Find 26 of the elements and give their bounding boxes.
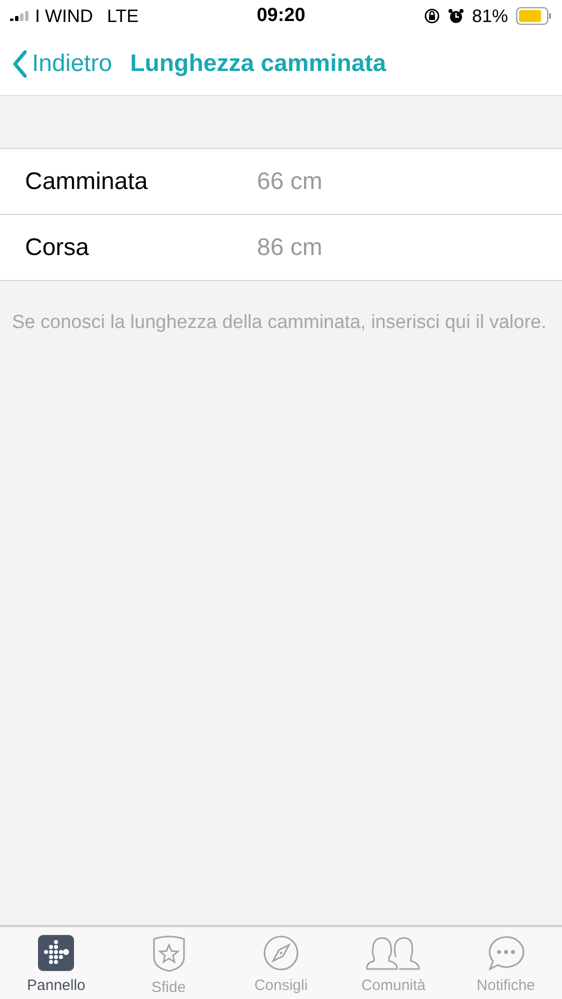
setting-label: Camminata xyxy=(25,168,149,196)
chat-bubble-icon xyxy=(486,935,525,971)
people-icon xyxy=(366,935,420,971)
back-button[interactable]: Indietro xyxy=(12,50,112,78)
tab-item[interactable]: Pannello xyxy=(0,927,112,999)
setting-value[interactable]: 66 cm xyxy=(257,168,322,196)
tab-item[interactable]: Notifiche xyxy=(450,927,562,999)
rotation-lock-icon xyxy=(424,8,440,24)
tab-item[interactable]: Sfide xyxy=(112,927,225,999)
shield-star-icon xyxy=(150,935,187,973)
signal-icon xyxy=(10,11,29,21)
setting-label: Corsa xyxy=(25,234,90,262)
tab-item[interactable]: Consigli xyxy=(224,927,338,999)
battery-icon xyxy=(516,7,552,25)
setting-value[interactable]: 86 cm xyxy=(257,234,322,262)
network-type: LTE xyxy=(107,6,139,26)
compass-icon xyxy=(263,935,300,971)
clock-time: 09:20 xyxy=(256,5,306,27)
chevron-left-icon xyxy=(12,50,28,78)
help-text: Se conosci la lunghezza della camminata, inserisci qui il valore. xyxy=(11,311,548,335)
alarm-icon xyxy=(448,8,464,24)
tab-item[interactable]: Comunità xyxy=(337,927,450,999)
carrier-name: I WIND xyxy=(35,6,93,26)
dashboard-icon xyxy=(38,935,74,971)
page-title: Lunghezza camminata xyxy=(130,50,386,78)
battery-percent: 81% xyxy=(472,6,508,26)
